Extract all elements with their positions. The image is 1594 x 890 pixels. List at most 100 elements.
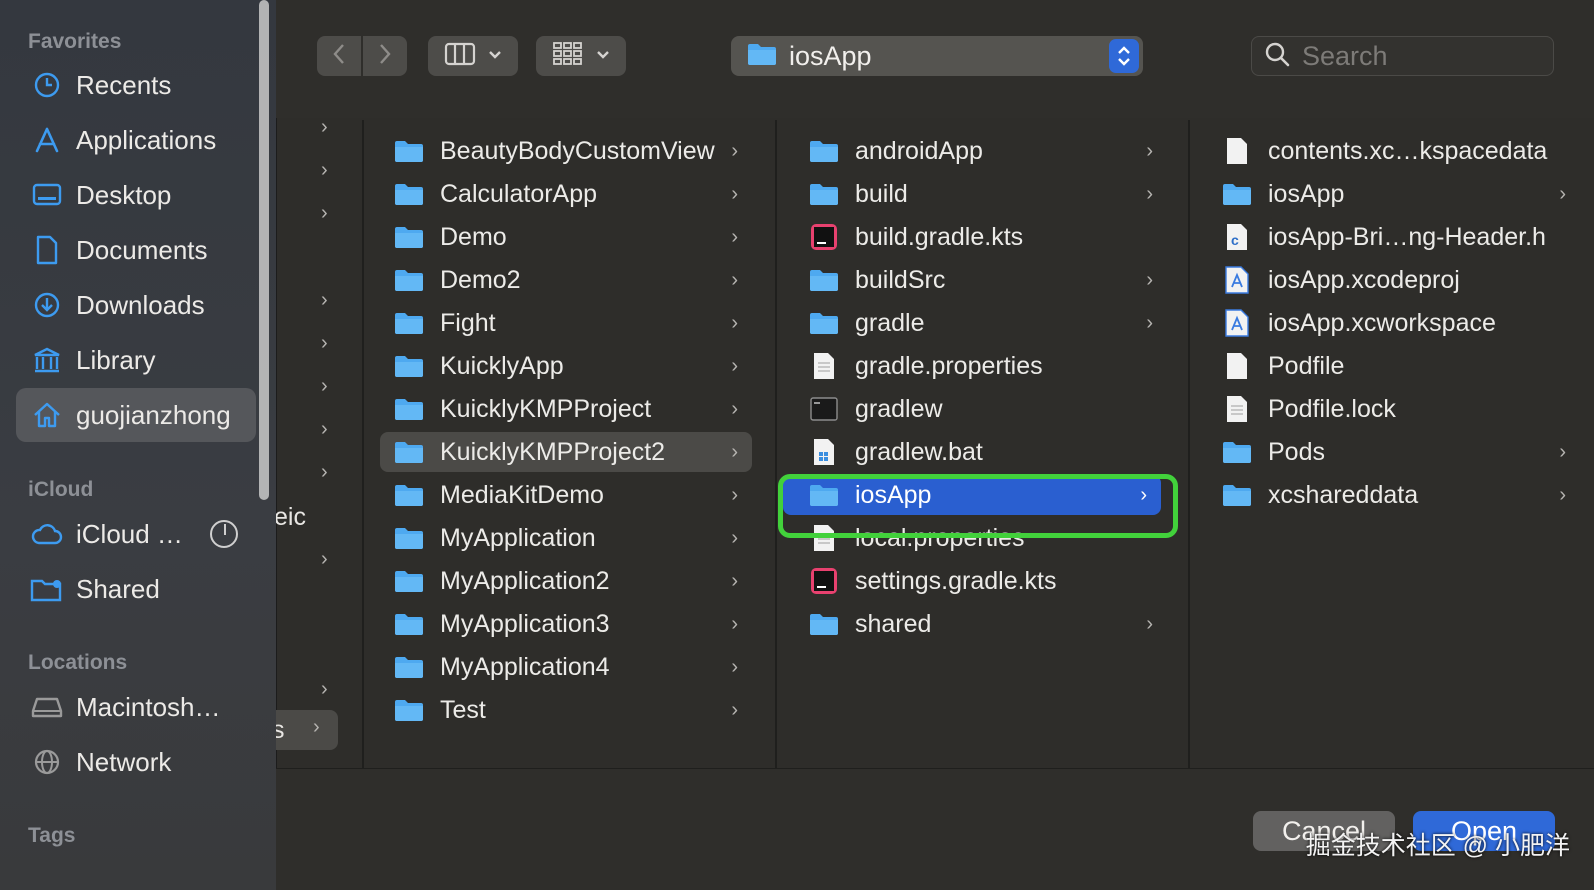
folder-icon (392, 693, 426, 727)
list-item[interactable]: xcshareddata › (1220, 475, 1580, 515)
folder-icon (392, 349, 426, 383)
chevron-down-icon (488, 47, 502, 65)
sidebar-item-icloud-drive[interactable]: iCloud … (16, 507, 256, 561)
chevron-right-icon: › (731, 613, 738, 635)
sidebar-scrollbar[interactable] (259, 0, 269, 500)
list-item-label: build (855, 179, 908, 208)
list-item[interactable]: Podfile (1220, 346, 1580, 386)
chevron-right-icon: › (731, 699, 738, 721)
list-item-label: Pods (1268, 437, 1325, 466)
list-item-label: gradlew.bat (855, 437, 983, 466)
list-item[interactable]: iosApp.xcodeproj (1220, 260, 1580, 300)
cloud-icon (30, 517, 64, 551)
list-item[interactable]: build.gradle.kts (807, 217, 1167, 257)
network-icon (30, 745, 64, 779)
list-item-selected[interactable]: KuicklyKMPProject2 › (380, 432, 752, 472)
list-item-label: KuicklyKMPProject (440, 394, 652, 423)
list-item[interactable]: local.properties (807, 518, 1167, 558)
list-item-selected[interactable]: iosApp › (783, 475, 1161, 515)
list-item[interactable]: MyApplication4 › (392, 647, 752, 687)
sidebar-heading-icloud: iCloud (28, 478, 94, 501)
list-item[interactable]: contents.xc…kspacedata (1220, 131, 1580, 171)
list-item[interactable]: gradlew (807, 389, 1167, 429)
list-item[interactable]: gradle › (807, 303, 1167, 343)
list-item[interactable]: gradle.properties (807, 346, 1167, 386)
list-item-label: Fight (440, 308, 496, 337)
list-item-label: Demo (440, 222, 507, 251)
list-item[interactable]: MediaKitDemo › (392, 475, 752, 515)
search-field[interactable]: Search (1251, 36, 1554, 76)
browser-column-2[interactable]: androidApp › build › build.gradle.kts buil… (777, 120, 1190, 768)
list-item[interactable]: KuicklyApp › (392, 346, 752, 386)
list-item[interactable]: androidApp › (807, 131, 1167, 171)
sidebar-item-library[interactable]: Library (16, 333, 256, 387)
sidebar-item-macintosh-hd[interactable]: Macintosh… (16, 680, 256, 734)
list-item[interactable]: settings.gradle.kts (807, 561, 1167, 601)
forward-button[interactable] (363, 36, 407, 76)
list-item[interactable]: buildSrc › (807, 260, 1167, 300)
sidebar-item-documents[interactable]: Documents (16, 223, 256, 277)
columns-icon (444, 42, 476, 71)
browser-column-0[interactable]: › › › › › › › › eic › › s › (276, 120, 364, 768)
list-item-fragment[interactable]: eic (276, 503, 306, 532)
column-view-button[interactable] (428, 36, 518, 76)
list-item-label: iosApp.xcodeproj (1268, 265, 1460, 294)
sidebar-item-home[interactable]: guojianzhong (16, 388, 256, 442)
list-item-label: iosApp.xcworkspace (1268, 308, 1496, 337)
shared-folder-icon (30, 572, 64, 606)
list-item-label: gradle.properties (855, 351, 1043, 380)
list-item-label: KuicklyApp (440, 351, 564, 380)
browser-column-1[interactable]: BeautyBodyCustomView › CalculatorApp › Dem… (364, 120, 777, 768)
download-icon (30, 288, 64, 322)
list-item[interactable]: MyApplication3 › (392, 604, 752, 644)
sidebar-item-label: iCloud … (76, 518, 183, 549)
folder-icon (392, 220, 426, 254)
sidebar-item-shared[interactable]: Shared (16, 562, 256, 616)
list-item[interactable]: shared › (807, 604, 1167, 644)
list-item-selected[interactable]: s › (276, 710, 338, 750)
sidebar-item-label: Downloads (76, 289, 205, 320)
folder-icon (807, 177, 841, 211)
sidebar-item-downloads[interactable]: Downloads (16, 278, 256, 332)
sidebar-item-label: Network (76, 746, 172, 777)
list-item[interactable]: MyApplication › (392, 518, 752, 558)
list-item[interactable]: BeautyBodyCustomView › (392, 131, 752, 171)
list-item[interactable]: build › (807, 174, 1167, 214)
list-item[interactable]: Demo › (392, 217, 752, 257)
browser-column-3[interactable]: contents.xc…kspacedata iosApp › c iosApp-B… (1190, 120, 1594, 768)
terminal-icon (807, 392, 841, 426)
list-item-label: iosApp (1268, 179, 1345, 208)
chevron-right-icon: › (731, 527, 738, 549)
list-item[interactable]: Demo2 › (392, 260, 752, 300)
list-item[interactable]: KuicklyKMPProject › (392, 389, 752, 429)
sidebar-item-desktop[interactable]: Desktop (16, 168, 256, 222)
list-item[interactable]: CalculatorApp › (392, 174, 752, 214)
sidebar-item-network[interactable]: Network (16, 735, 256, 789)
list-item[interactable]: gradlew.bat (807, 432, 1167, 472)
list-item[interactable]: Podfile.lock (1220, 389, 1580, 429)
chevron-right-icon: › (731, 269, 738, 291)
c-header-file-icon: c (1220, 220, 1254, 254)
list-item[interactable]: iosApp › (1220, 174, 1580, 214)
list-item[interactable]: Fight › (392, 303, 752, 343)
chevron-right-icon: › (1559, 484, 1566, 506)
list-item[interactable]: Pods › (1220, 432, 1580, 472)
chevron-right-icon: › (731, 484, 738, 506)
sidebar-item-recents[interactable]: Recents (16, 58, 256, 112)
list-item[interactable]: MyApplication2 › (392, 561, 752, 601)
blank-file-icon (1220, 349, 1254, 383)
list-item-label: local.properties (855, 523, 1025, 552)
chevron-right-icon: › (731, 570, 738, 592)
folder-icon (807, 478, 841, 512)
group-button[interactable] (536, 36, 626, 76)
folder-icon (392, 134, 426, 168)
sidebar-item-applications[interactable]: Applications (16, 113, 256, 167)
folder-icon (1220, 478, 1254, 512)
back-button[interactable] (317, 36, 361, 76)
list-item[interactable]: Test › (392, 690, 752, 730)
sidebar-item-label: Recents (76, 69, 172, 100)
list-item[interactable]: c iosApp-Bri…ng-Header.h (1220, 217, 1580, 257)
list-item[interactable]: iosApp.xcworkspace (1220, 303, 1580, 343)
location-popup[interactable]: iosApp (731, 36, 1143, 76)
toolbar: iosApp Search (276, 0, 1594, 118)
